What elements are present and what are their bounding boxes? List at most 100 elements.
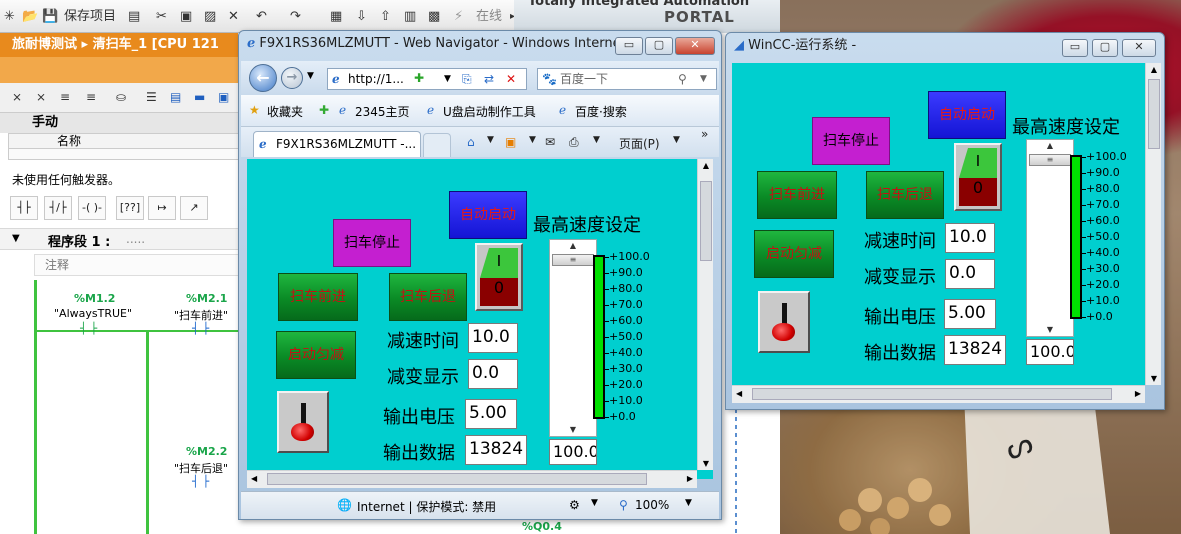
maximize-button[interactable]: ▢ xyxy=(1092,39,1118,57)
no-contact-icon[interactable]: ┤├ xyxy=(10,196,38,220)
upload-icon[interactable]: ⇧ xyxy=(380,8,391,26)
network-view-icon[interactable]: ▤ xyxy=(170,90,181,104)
auto-start-button[interactable]: 自动启动 xyxy=(928,91,1006,139)
fav-link-2345[interactable]: 2345主页 xyxy=(355,103,410,120)
home-icon[interactable]: ⌂ xyxy=(467,135,475,149)
address-bar[interactable]: ℯ http://1... ✚ ▼ ⎘ ⇄ ✕ xyxy=(327,68,527,90)
scroll-up-icon[interactable]: ▲ xyxy=(699,161,713,170)
open-branch-icon[interactable]: ↦ xyxy=(148,196,176,220)
stop-icon[interactable]: ✕ xyxy=(506,69,516,89)
print-dropdown-icon[interactable]: ▼ xyxy=(593,135,600,145)
list-view-icon[interactable]: ☰ xyxy=(146,90,157,104)
maximize-button[interactable]: ▢ xyxy=(645,37,673,55)
wincc-vertical-scrollbar[interactable]: ▲ ▼ xyxy=(1145,63,1161,385)
more-tools-icon[interactable]: » xyxy=(701,127,708,141)
ie-vertical-scrollbar[interactable]: ▲ ▼ xyxy=(697,159,713,470)
paste-icon[interactable]: ▨ xyxy=(204,8,216,26)
save-icon[interactable]: 💾 xyxy=(42,8,58,26)
slider-up-arrow-icon[interactable]: ▲ xyxy=(1027,140,1073,152)
scroll-thumb-h[interactable] xyxy=(752,388,1112,400)
start-decel-button[interactable]: 启动匀减 xyxy=(754,230,834,278)
wincc-horizontal-scrollbar[interactable]: ◀ ▶ xyxy=(732,385,1145,403)
add-favorite-icon[interactable]: ✚ xyxy=(319,103,329,117)
printer-icon[interactable]: ⎙ xyxy=(569,135,579,150)
ie-tab-active[interactable]: ℯ F9X1RS36MLZMUTT -... xyxy=(253,131,421,157)
refresh-icon[interactable]: ⇄ xyxy=(484,69,494,89)
search-dropdown-icon[interactable]: ▼ xyxy=(700,69,707,89)
search-box[interactable]: 🐾 百度一下 ⚲ ▼ xyxy=(537,68,717,90)
slider-thumb[interactable]: ≡ xyxy=(1029,154,1071,166)
delete-icon[interactable]: ✕ xyxy=(228,8,239,26)
max-speed-field[interactable]: 100.0 xyxy=(549,439,597,465)
decel-switch[interactable] xyxy=(277,391,329,453)
rt-icon[interactable]: ▩ xyxy=(428,8,440,26)
address-dropdown-icon[interactable]: ▼ xyxy=(444,69,451,89)
save-project-button[interactable]: 保存项目 xyxy=(64,8,116,26)
slider-down-arrow-icon[interactable]: ▼ xyxy=(1027,324,1073,336)
network-title-field[interactable]: ..... xyxy=(126,232,145,246)
feeds-icon[interactable]: ▣ xyxy=(505,135,516,149)
decel-time-field[interactable]: 10.0 xyxy=(945,223,995,253)
decel-switch[interactable] xyxy=(758,291,810,353)
zoom-icon[interactable]: ⚲ xyxy=(619,498,628,512)
copy-icon[interactable]: ▣ xyxy=(180,8,192,26)
print-icon[interactable]: ▤ xyxy=(128,8,140,26)
ie-title-bar[interactable]: ℯ F9X1RS36MLZMUTT - Web Navigator - Wind… xyxy=(247,31,638,61)
simulate-icon[interactable]: ▥ xyxy=(404,8,416,26)
fav-link-baidu[interactable]: 百度·搜索 xyxy=(575,103,627,120)
new-tab-button[interactable] xyxy=(423,133,451,157)
close-branch-arrow-icon[interactable]: ↗ xyxy=(180,196,208,220)
scroll-left-icon[interactable]: ◀ xyxy=(736,389,742,398)
history-dropdown-icon[interactable]: ▼ xyxy=(307,71,314,81)
start-decel-button[interactable]: 启动匀减 xyxy=(276,331,356,379)
close-button[interactable]: ✕ xyxy=(1122,39,1156,57)
mail-icon[interactable]: ✉ xyxy=(545,135,555,149)
open-folder-icon[interactable]: 📂 xyxy=(22,8,38,26)
protected-mode-icon[interactable]: ⚙ xyxy=(569,498,580,512)
feeds-dropdown-icon[interactable]: ▼ xyxy=(529,135,536,145)
slider-down-arrow-icon[interactable]: ▼ xyxy=(550,424,596,436)
scroll-down-icon[interactable]: ▼ xyxy=(1147,374,1161,383)
page-menu[interactable]: 页面(P) xyxy=(619,135,660,152)
decel-time-field[interactable]: 10.0 xyxy=(468,323,518,353)
forward-button[interactable]: 扫车前进 xyxy=(278,273,358,321)
coil-icon[interactable]: -( )- xyxy=(78,196,106,220)
zoom-dropdown-icon[interactable]: ▼ xyxy=(685,498,692,508)
download-icon[interactable]: ⇩ xyxy=(356,8,367,26)
page-menu-dropdown-icon[interactable]: ▼ xyxy=(673,135,680,145)
forward-button[interactable]: 扫车前进 xyxy=(757,171,837,219)
delete-network-icon[interactable]: ⨯ xyxy=(36,90,46,104)
new-project-icon[interactable]: ✳ xyxy=(4,8,15,26)
compat-icon[interactable]: ✚ xyxy=(414,68,424,88)
rss-icon[interactable]: ⎘ xyxy=(462,69,472,89)
scroll-thumb[interactable] xyxy=(700,181,712,261)
home-dropdown-icon[interactable]: ▼ xyxy=(487,135,494,145)
m22-contact[interactable]: ┤ ├ xyxy=(192,475,209,488)
scroll-right-icon[interactable]: ▶ xyxy=(687,474,693,483)
search-icon[interactable]: ⚲ xyxy=(678,69,687,89)
breadcrumb[interactable]: 旅耐博测试 ▸ 清扫车_1 [CPU 121 xyxy=(0,33,238,57)
max-speed-field[interactable]: 100.0 xyxy=(1026,339,1074,365)
scroll-thumb-h[interactable] xyxy=(267,473,647,485)
backward-button[interactable]: 扫车后退 xyxy=(866,171,944,219)
favorites-button[interactable]: 收藏夹 xyxy=(267,103,303,120)
scroll-thumb[interactable] xyxy=(1148,79,1160,149)
undo-icon[interactable]: ↶ xyxy=(256,8,267,26)
close-branch-icon[interactable]: ≡ xyxy=(86,90,96,104)
empty-box-icon[interactable]: [??] xyxy=(116,196,144,220)
go-online-icon[interactable]: ⚡ xyxy=(454,8,463,26)
comment-icon[interactable]: ▣ xyxy=(218,90,229,104)
go-online-button[interactable]: 在线 xyxy=(476,8,502,26)
stop-button[interactable]: 扫车停止 xyxy=(333,219,411,267)
back-button[interactable]: ← xyxy=(249,64,277,92)
protected-dropdown-icon[interactable]: ▼ xyxy=(591,498,598,508)
scroll-right-icon[interactable]: ▶ xyxy=(1135,389,1141,398)
favorites-star-icon[interactable]: ★ xyxy=(249,103,260,117)
zoom-level[interactable]: 100% xyxy=(635,498,669,512)
monitor-icon[interactable]: ⛀ xyxy=(116,90,126,104)
m21-contact[interactable]: ┤ ├ xyxy=(192,322,209,335)
redo-icon[interactable]: ↷ xyxy=(290,8,301,26)
auto-start-button[interactable]: 自动启动 xyxy=(449,191,527,239)
collapse-caret-icon[interactable]: ▼ xyxy=(12,233,20,244)
network-comment[interactable]: 注释 xyxy=(34,254,240,276)
